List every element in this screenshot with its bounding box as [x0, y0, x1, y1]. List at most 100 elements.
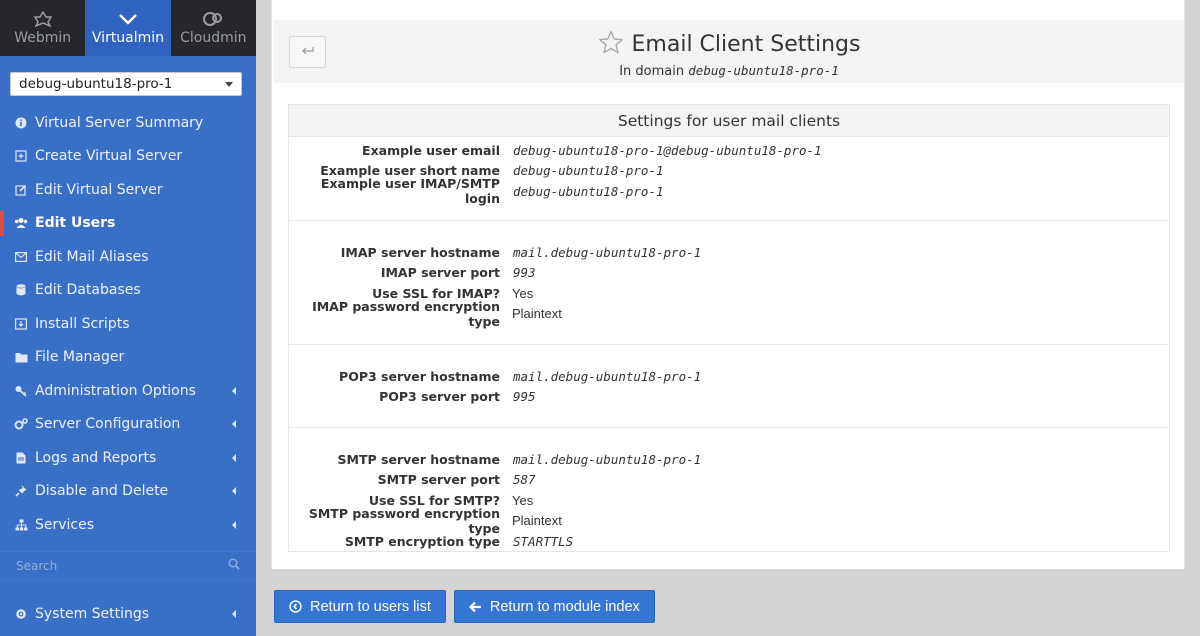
folder-icon [14, 350, 28, 364]
row-label: POP3 server port [379, 389, 500, 405]
chevron-left-icon [232, 420, 236, 429]
tab-cloudmin[interactable]: Cloudmin [171, 0, 256, 56]
sidebar-item-label: Virtual Server Summary [35, 114, 204, 131]
sidebar: Webmin Virtualmin Cloudmin debug-ubuntu1… [0, 0, 256, 636]
row-label: SMTP server hostname [337, 451, 500, 467]
chevron-left-icon [232, 520, 236, 529]
sidebar-item-label: Disable and Delete [35, 483, 169, 500]
row-value: Yes [512, 492, 534, 508]
gear-icon [14, 607, 28, 621]
page-header: Email Client Settings In domain debug-ub… [274, 20, 1184, 83]
table-row: Example user email debug-ubuntu18-pro-1@… [289, 140, 1169, 161]
webmin-icon [33, 10, 53, 28]
tab-virtualmin[interactable]: Virtualmin [85, 0, 171, 56]
content-panel: Email Client Settings In domain debug-ub… [271, 0, 1185, 569]
row-value: debug-ubuntu18-pro-1 [513, 163, 664, 179]
table-row: IMAP server port 993 [289, 263, 1169, 284]
sidebar-item-label: Edit Users [35, 215, 116, 232]
row-label: SMTP password encryption type [308, 505, 500, 536]
table-row: Example user IMAP/SMTP login debug-ubunt… [289, 176, 1169, 206]
sidebar-item-disable-and-delete[interactable]: Disable and Delete [0, 475, 256, 509]
tab-webmin[interactable]: Webmin [0, 0, 85, 56]
row-label: IMAP server port [380, 265, 500, 281]
sidebar-item-edit-users[interactable]: Edit Users [0, 207, 256, 241]
table-row: SMTP server hostname mail.debug-ubuntu18… [289, 449, 1169, 470]
sidebar-item-virtual-server-summary[interactable]: Virtual Server Summary [0, 106, 256, 140]
chevron-left-icon [232, 609, 236, 618]
row-value: 995 [513, 389, 536, 405]
table-row: IMAP server hostname mail.debug-ubuntu18… [289, 242, 1169, 263]
row-value: mail.debug-ubuntu18-pro-1 [513, 244, 702, 260]
sidebar-item-create-virtual-server[interactable]: Create Virtual Server [0, 140, 256, 174]
page-subtitle: In domain debug-ubuntu18-pro-1 [274, 63, 1184, 79]
sidebar-menu: Virtual Server Summary Create Virtual Se… [0, 106, 256, 542]
sidebar-item-file-manager[interactable]: File Manager [0, 341, 256, 375]
sidebar-item-label: Logs and Reports [35, 449, 157, 466]
sidebar-item-label: Edit Databases [35, 282, 141, 299]
sidebar-item-server-configuration[interactable]: Server Configuration [0, 408, 256, 442]
chevron-down-icon [225, 81, 233, 87]
row-value: Plaintext [512, 306, 562, 322]
product-switcher: Webmin Virtualmin Cloudmin [0, 0, 256, 56]
edit-icon [14, 183, 28, 197]
arrow-circle-left-icon [289, 600, 302, 613]
sidebar-item-services[interactable]: Services [0, 508, 256, 542]
sidebar-item-label: Edit Mail Aliases [35, 248, 149, 265]
sidebar-item-label: Services [35, 516, 95, 533]
row-label: Example user email [362, 142, 500, 158]
envelope-icon [14, 250, 28, 264]
virtualmin-icon [118, 10, 138, 28]
row-value: 993 [513, 265, 536, 281]
row-value: 587 [513, 472, 536, 488]
action-buttons: Return to users list Return to module in… [274, 590, 655, 623]
sidebar-item-logs-and-reports[interactable]: Logs and Reports [0, 441, 256, 475]
section-imap: IMAP server hostname mail.debug-ubuntu18… [289, 221, 1169, 345]
row-label: IMAP password encryption type [312, 298, 500, 329]
sidebar-item-administration-options[interactable]: Administration Options [0, 374, 256, 408]
title-row: Email Client Settings [598, 30, 860, 59]
row-value: mail.debug-ubuntu18-pro-1 [513, 451, 702, 467]
settings-table-title: Settings for user mail clients [289, 105, 1169, 137]
table-row: IMAP password encryption type Plaintext [289, 299, 1169, 329]
return-to-module-button[interactable]: Return to module index [453, 590, 655, 623]
tab-virtualmin-label: Virtualmin [91, 30, 165, 46]
download-icon [14, 317, 28, 331]
chevron-left-icon [232, 386, 236, 395]
users-icon [14, 216, 28, 230]
domain-select[interactable]: debug-ubuntu18-pro-1 [10, 72, 242, 96]
key-icon [14, 384, 28, 398]
database-icon [14, 283, 28, 297]
sidebar-system-settings-wrap: System Settings [0, 597, 256, 631]
row-value: debug-ubuntu18-pro-1@debug-ubuntu18-pro-… [513, 142, 822, 158]
subtitle-prefix: In domain [619, 64, 685, 79]
table-row: POP3 server hostname mail.debug-ubuntu18… [289, 366, 1169, 387]
cogs-icon [14, 417, 28, 431]
sidebar-item-edit-virtual-server[interactable]: Edit Virtual Server [0, 173, 256, 207]
settings-table: Settings for user mail clients Example u… [288, 104, 1170, 552]
main-content: Email Client Settings In domain debug-ub… [256, 0, 1200, 636]
sidebar-item-edit-databases[interactable]: Edit Databases [0, 274, 256, 308]
sidebar-item-label: Create Virtual Server [35, 148, 183, 165]
sidebar-item-edit-mail-aliases[interactable]: Edit Mail Aliases [0, 240, 256, 274]
sitemap-icon [14, 518, 28, 532]
section-smtp: SMTP server hostname mail.debug-ubuntu18… [289, 428, 1169, 552]
row-value: mail.debug-ubuntu18-pro-1 [513, 368, 702, 384]
return-to-users-button[interactable]: Return to users list [274, 590, 446, 623]
sidebar-item-label: Administration Options [35, 382, 196, 399]
row-value: Yes [512, 285, 534, 301]
file-icon [14, 451, 28, 465]
sidebar-item-install-scripts[interactable]: Install Scripts [0, 307, 256, 341]
sidebar-item-label: Server Configuration [35, 416, 181, 433]
domain-select-value: debug-ubuntu18-pro-1 [19, 76, 173, 92]
star-icon[interactable] [598, 30, 624, 59]
row-label: IMAP server hostname [340, 244, 500, 260]
cloudmin-icon [202, 10, 224, 28]
sidebar-item-system-settings[interactable]: System Settings [0, 597, 256, 631]
return-to-users-label: Return to users list [310, 598, 431, 615]
sidebar-item-label: File Manager [35, 349, 125, 366]
row-label: POP3 server hostname [339, 368, 500, 384]
plus-square-icon [14, 149, 28, 163]
section-example-user: Example user email debug-ubuntu18-pro-1@… [289, 137, 1169, 221]
chevron-left-icon [232, 453, 236, 462]
sidebar-search-input[interactable]: Search [0, 551, 256, 581]
